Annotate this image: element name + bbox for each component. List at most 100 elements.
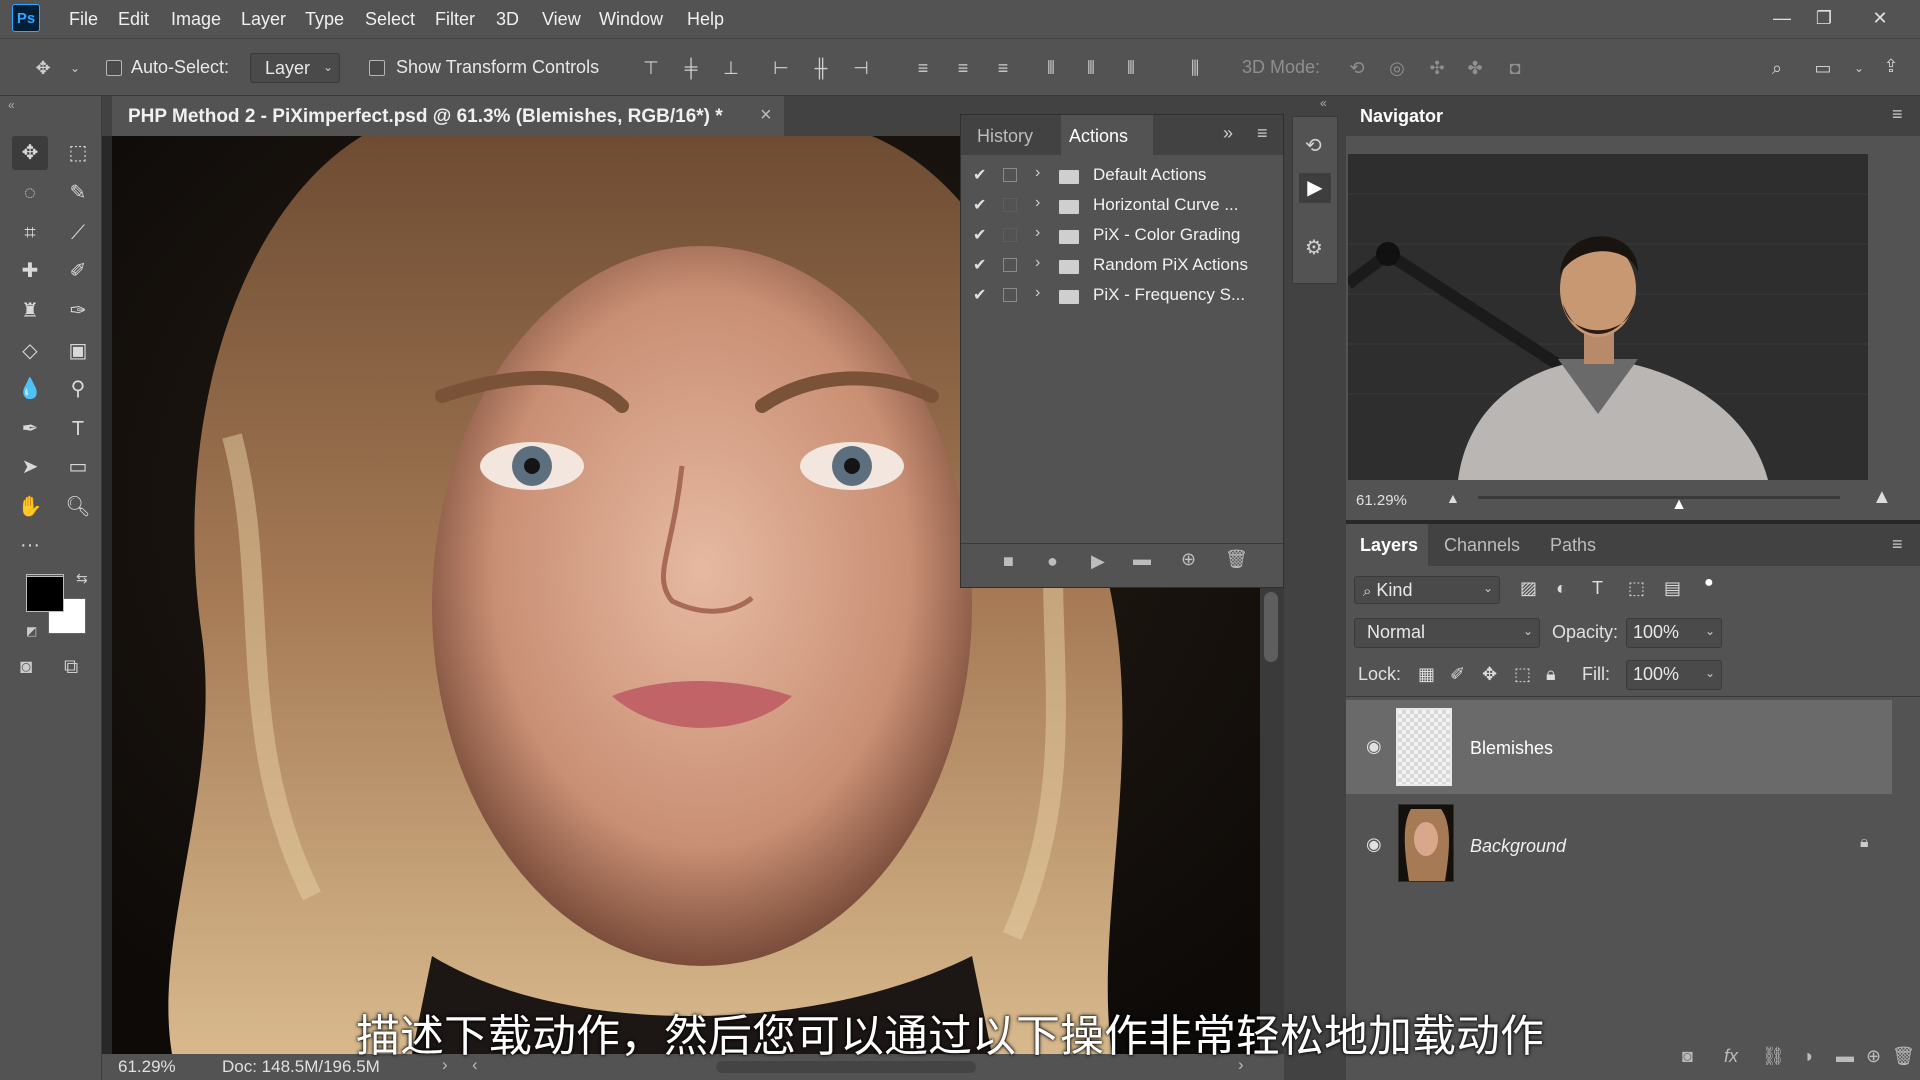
- zoom-in-icon[interactable]: ▲: [1872, 486, 1892, 509]
- navigator-zoom-value[interactable]: 61.29%: [1356, 492, 1407, 509]
- align-right-icon[interactable]: ⊣: [848, 55, 874, 81]
- tab-channels[interactable]: Channels: [1444, 535, 1520, 556]
- layer-name[interactable]: Blemishes: [1470, 738, 1553, 759]
- new-action-icon[interactable]: ⊕: [1181, 549, 1196, 570]
- scrollbar-thumb[interactable]: [1264, 592, 1278, 662]
- gradient-tool-icon[interactable]: ▣: [60, 334, 96, 368]
- tab-history[interactable]: History: [977, 115, 1033, 157]
- blur-tool-icon[interactable]: 💧: [12, 372, 48, 406]
- zoom-out-icon[interactable]: ▲: [1446, 490, 1460, 506]
- new-layer-icon[interactable]: ⊕: [1866, 1046, 1881, 1067]
- filter-pixel-icon[interactable]: ▨: [1520, 578, 1537, 599]
- quick-selection-tool-icon[interactable]: ✎: [60, 176, 96, 210]
- move-tool-preset-icon[interactable]: ✥: [30, 55, 56, 81]
- type-tool-icon[interactable]: T: [60, 412, 96, 446]
- dodge-tool-icon[interactable]: ⚲: [60, 372, 96, 406]
- move-tool-icon[interactable]: ✥: [12, 136, 48, 170]
- delete-layer-icon[interactable]: 🗑︎: [1892, 1046, 1915, 1067]
- link-layers-icon[interactable]: ⛓: [1762, 1046, 1785, 1067]
- new-group-icon[interactable]: ▬: [1836, 1046, 1854, 1067]
- lock-position-icon[interactable]: ✥: [1482, 664, 1497, 685]
- adjustment-layer-icon[interactable]: ◑: [1802, 1046, 1813, 1067]
- tab-paths[interactable]: Paths: [1550, 535, 1596, 556]
- menu-select[interactable]: Select: [365, 0, 415, 38]
- menu-type[interactable]: Type: [305, 0, 344, 38]
- distribute-spacing-icon[interactable]: ⫼: [1182, 55, 1208, 81]
- default-colors-icon[interactable]: ◩: [26, 624, 37, 638]
- play-icon[interactable]: ▶: [1091, 551, 1105, 572]
- zoom-slider-thumb[interactable]: ▲: [1671, 496, 1687, 514]
- layer-style-icon[interactable]: fx: [1724, 1046, 1738, 1067]
- zoom-level[interactable]: 61.29%: [118, 1057, 176, 1077]
- menu-file[interactable]: File: [69, 0, 98, 38]
- chevron-down-icon[interactable]: ⌄: [62, 55, 88, 81]
- eye-icon[interactable]: ◉: [1366, 834, 1382, 855]
- checkmark-icon[interactable]: ✔: [973, 195, 986, 215]
- foreground-color-swatch-top[interactable]: [26, 576, 64, 612]
- distribute-vcenter-icon[interactable]: ≡: [950, 55, 976, 81]
- eraser-tool-icon[interactable]: ◇: [12, 334, 48, 368]
- distribute-left-icon[interactable]: ⦀: [1038, 55, 1064, 81]
- filter-adjustment-icon[interactable]: ◐: [1556, 578, 1567, 599]
- action-set-row[interactable]: ✔ › Horizontal Curve ...: [961, 191, 1261, 221]
- checkmark-icon[interactable]: ✔: [973, 285, 986, 305]
- menu-edit[interactable]: Edit: [118, 0, 149, 38]
- chevron-down-icon[interactable]: ⌄: [1846, 55, 1872, 81]
- dialog-toggle-icon[interactable]: [1003, 258, 1017, 272]
- horizontal-scrollbar-thumb[interactable]: [716, 1061, 976, 1073]
- auto-select-checkbox[interactable]: [106, 60, 122, 76]
- brush-tool-icon[interactable]: ✐: [60, 254, 96, 288]
- layer-name[interactable]: Background: [1470, 836, 1566, 857]
- lasso-tool-icon[interactable]: ◌: [12, 176, 48, 210]
- 3d-roll-icon[interactable]: ◎: [1384, 55, 1410, 81]
- fill-input[interactable]: 100% ⌄: [1626, 660, 1722, 690]
- properties-panel-icon[interactable]: ⚙: [1305, 235, 1323, 260]
- zoom-slider-track[interactable]: [1478, 496, 1840, 499]
- collapse-toolbar-icon[interactable]: «: [8, 98, 15, 112]
- menu-view[interactable]: View: [542, 0, 581, 38]
- pen-tool-icon[interactable]: ✒: [12, 412, 48, 446]
- dialog-toggle-icon[interactable]: [1003, 198, 1017, 212]
- eyedropper-tool-icon[interactable]: ⟋: [60, 216, 96, 250]
- history-panel-icon[interactable]: ⟲: [1305, 133, 1322, 158]
- menu-layer[interactable]: Layer: [241, 0, 286, 38]
- filter-toggle-icon[interactable]: ●: [1704, 574, 1714, 592]
- share-icon[interactable]: ⇪: [1878, 53, 1904, 79]
- search-icon[interactable]: ⌕: [1764, 55, 1790, 81]
- checkmark-icon[interactable]: ✔: [973, 165, 986, 185]
- marquee-tool-icon[interactable]: ⬚: [60, 136, 96, 170]
- expand-chevron-icon[interactable]: ›: [1035, 164, 1040, 182]
- lock-pixels-icon[interactable]: ✐: [1450, 664, 1465, 685]
- layer-row-background[interactable]: ◉ Background 🔒︎: [1346, 798, 1892, 892]
- panel-collapse-icon[interactable]: »: [1223, 123, 1233, 144]
- navigator-preview[interactable]: [1348, 154, 1868, 480]
- 3d-orbit-icon[interactable]: ⟲: [1344, 55, 1370, 81]
- healing-brush-tool-icon[interactable]: ✚: [12, 254, 48, 288]
- tab-layers[interactable]: Layers: [1360, 535, 1418, 556]
- screen-mode-icon[interactable]: ⧉: [64, 656, 78, 679]
- action-set-row[interactable]: ✔ › Default Actions: [961, 161, 1261, 191]
- swap-colors-icon[interactable]: ⇆: [76, 570, 88, 587]
- align-top-icon[interactable]: ⊤: [638, 55, 664, 81]
- dialog-toggle-icon[interactable]: [1003, 228, 1017, 242]
- layer-thumbnail[interactable]: [1396, 708, 1452, 786]
- distribute-bottom-icon[interactable]: ≡: [990, 55, 1016, 81]
- layer-filter-dropdown[interactable]: ⌕ Kind ⌄: [1354, 576, 1500, 604]
- edit-toolbar-icon[interactable]: ···: [12, 528, 48, 562]
- align-hcenter-icon[interactable]: ╫: [808, 55, 834, 81]
- menu-image[interactable]: Image: [171, 0, 221, 38]
- checkmark-icon[interactable]: ✔: [973, 255, 986, 275]
- blend-mode-dropdown[interactable]: Normal ⌄: [1354, 618, 1540, 648]
- expand-chevron-icon[interactable]: ›: [1035, 284, 1040, 302]
- close-window-button[interactable]: ✕: [1862, 4, 1898, 32]
- filter-shape-icon[interactable]: ⬚: [1628, 578, 1645, 599]
- record-icon[interactable]: ●: [1047, 551, 1058, 572]
- align-bottom-icon[interactable]: ⊥: [718, 55, 744, 81]
- eye-icon[interactable]: ◉: [1366, 736, 1382, 757]
- stop-icon[interactable]: ■: [1003, 551, 1014, 572]
- action-set-row[interactable]: ✔ › PiX - Frequency S...: [961, 281, 1261, 311]
- menu-help[interactable]: Help: [687, 0, 724, 38]
- menu-window[interactable]: Window: [599, 0, 663, 38]
- quick-mask-icon[interactable]: ◙: [20, 656, 32, 679]
- 3d-pan-icon[interactable]: ✣: [1424, 55, 1450, 81]
